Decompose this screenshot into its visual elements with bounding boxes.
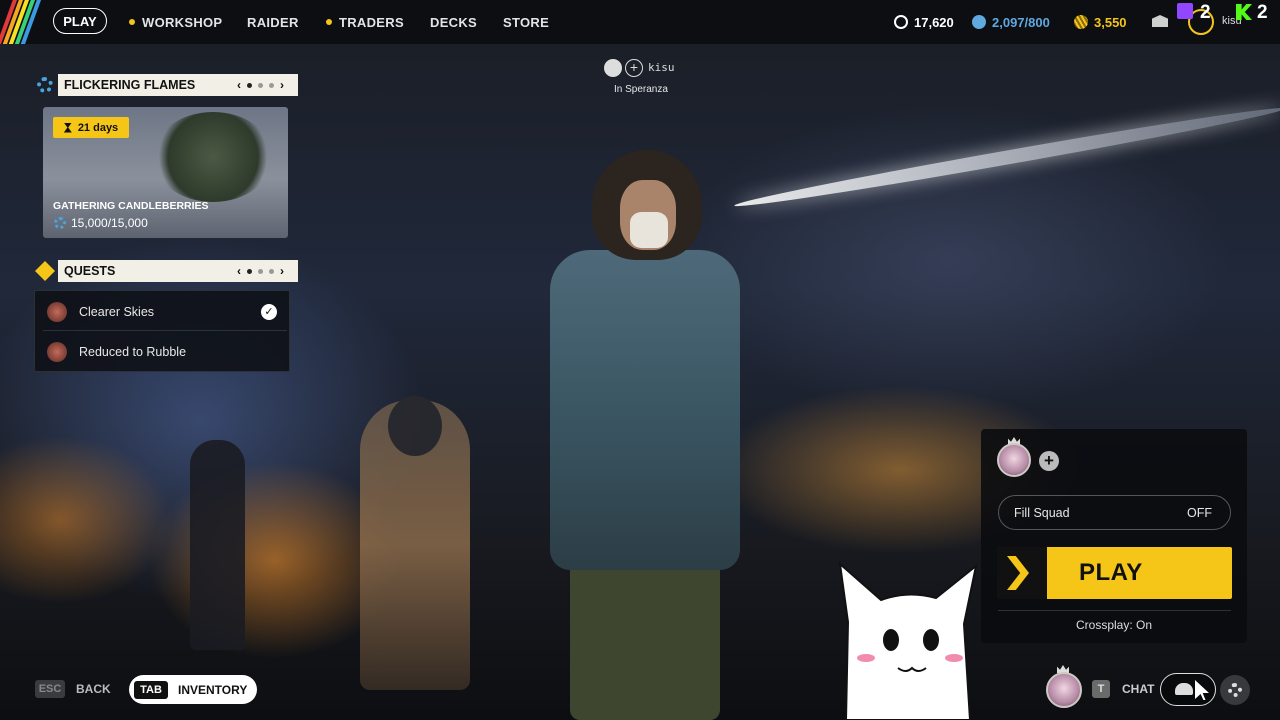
gear-icon: [34, 74, 56, 96]
play-arrow-icon: [997, 547, 1047, 599]
quest-giver-icon: [47, 301, 67, 322]
chat-action[interactable]: T CHAT: [1092, 680, 1154, 698]
quest-item-reduced-to-rubble[interactable]: Reduced to Rubble: [43, 333, 287, 371]
candleberry-bush-image: [153, 112, 273, 202]
inventory-label: INVENTORY: [178, 682, 248, 697]
esc-keycap: ESC: [35, 680, 65, 698]
pager-prev-icon[interactable]: ‹: [237, 264, 241, 278]
nav-tab-store[interactable]: STORE: [503, 9, 549, 35]
pager-next-icon[interactable]: ›: [280, 78, 284, 92]
pager-dot: [247, 268, 252, 274]
currency-coins[interactable]: 3,550: [1074, 13, 1127, 31]
squad-member-avatar[interactable]: [997, 443, 1031, 477]
nav-tab-raider[interactable]: RAIDER: [247, 9, 299, 35]
checkmark-icon: ✓: [261, 303, 277, 320]
robed-statue: [360, 396, 470, 690]
event-progress: 15,000/15,000: [54, 216, 148, 230]
play-button[interactable]: PLAY: [997, 547, 1232, 599]
tab-keycap: TAB: [134, 680, 168, 699]
event-panel-header: FLICKERING FLAMES ‹ ›: [58, 74, 298, 96]
kick-icon: [1236, 4, 1252, 20]
quests-pager: ‹ ›: [237, 264, 284, 278]
background-figure: [190, 440, 245, 650]
pager-dot: [258, 268, 263, 274]
notification-dot-icon: [129, 19, 135, 25]
hourglass-icon: [63, 122, 72, 133]
quests-title: QUESTS: [64, 264, 116, 278]
crown-icon: [604, 59, 622, 77]
notification-dot-icon: [326, 19, 332, 25]
nav-tab-workshop[interactable]: WORKSHOP: [129, 9, 222, 35]
back-action[interactable]: ESC BACK: [35, 680, 111, 698]
player-character: [530, 150, 760, 720]
back-label: BACK: [76, 682, 111, 696]
add-squad-member-icon[interactable]: +: [1039, 451, 1059, 471]
pager-prev-icon[interactable]: ‹: [237, 78, 241, 92]
settings-gear-icon[interactable]: [1220, 675, 1250, 705]
crossplay-status[interactable]: Crossplay: On: [981, 618, 1247, 632]
inbox-icon[interactable]: [1152, 15, 1168, 27]
quests-panel-header: QUESTS ‹ ›: [58, 260, 298, 282]
party-leader-name: kisu: [648, 61, 675, 74]
pager-dot: [269, 82, 274, 88]
quests-icon: [34, 260, 56, 282]
credits-icon: [972, 15, 986, 29]
pager-next-icon[interactable]: ›: [280, 264, 284, 278]
nav-tab-decks[interactable]: DECKS: [430, 9, 477, 35]
currency-raider-tokens[interactable]: 17,620: [894, 13, 954, 31]
event-title: FLICKERING FLAMES: [64, 78, 196, 92]
quest-item-clearer-skies[interactable]: Clearer Skies ✓: [43, 293, 287, 331]
event-name: GATHERING CANDLEBERRIES: [53, 200, 209, 212]
event-pager: ‹ ›: [237, 78, 284, 92]
player-avatar[interactable]: [1046, 672, 1082, 708]
inventory-button[interactable]: TAB INVENTORY: [129, 675, 257, 704]
cat-mascot-overlay: [838, 562, 978, 720]
event-time-badge: 21 days: [53, 117, 129, 138]
kick-count: 2: [1257, 2, 1268, 23]
pager-dot: [258, 82, 263, 88]
rainbow-stripes-logo: [0, 0, 42, 44]
add-party-member-icon[interactable]: +: [625, 59, 643, 77]
squad-divider: [998, 610, 1231, 611]
cursor-arrow-icon: [1195, 680, 1209, 700]
pager-dot: [247, 82, 252, 88]
top-nav-bar: PLAY WORKSHOP RAIDER TRADERS DECKS STORE…: [0, 0, 1280, 44]
coins-icon: [1074, 15, 1088, 29]
nav-tab-traders[interactable]: TRADERS: [326, 9, 404, 35]
currency-credits[interactable]: 2,097/800: [972, 13, 1050, 31]
nav-tab-play[interactable]: PLAY: [53, 8, 107, 34]
party-header: + kisu In Speranza: [604, 59, 704, 99]
twitch-count: 2: [1200, 2, 1211, 23]
quest-list: Clearer Skies ✓ Reduced to Rubble: [34, 290, 290, 372]
pager-dot: [269, 268, 274, 274]
chat-label: CHAT: [1122, 682, 1155, 696]
friends-button[interactable]: [1160, 673, 1216, 706]
gear-icon: [54, 217, 66, 229]
fill-squad-toggle[interactable]: Fill Squad OFF: [998, 495, 1231, 530]
t-keycap: T: [1092, 680, 1110, 698]
quest-giver-icon: [47, 342, 67, 362]
raider-token-icon: [894, 15, 908, 29]
twitch-icon: [1177, 3, 1193, 19]
friends-icon: [1175, 683, 1193, 695]
party-location: In Speranza: [614, 84, 668, 95]
